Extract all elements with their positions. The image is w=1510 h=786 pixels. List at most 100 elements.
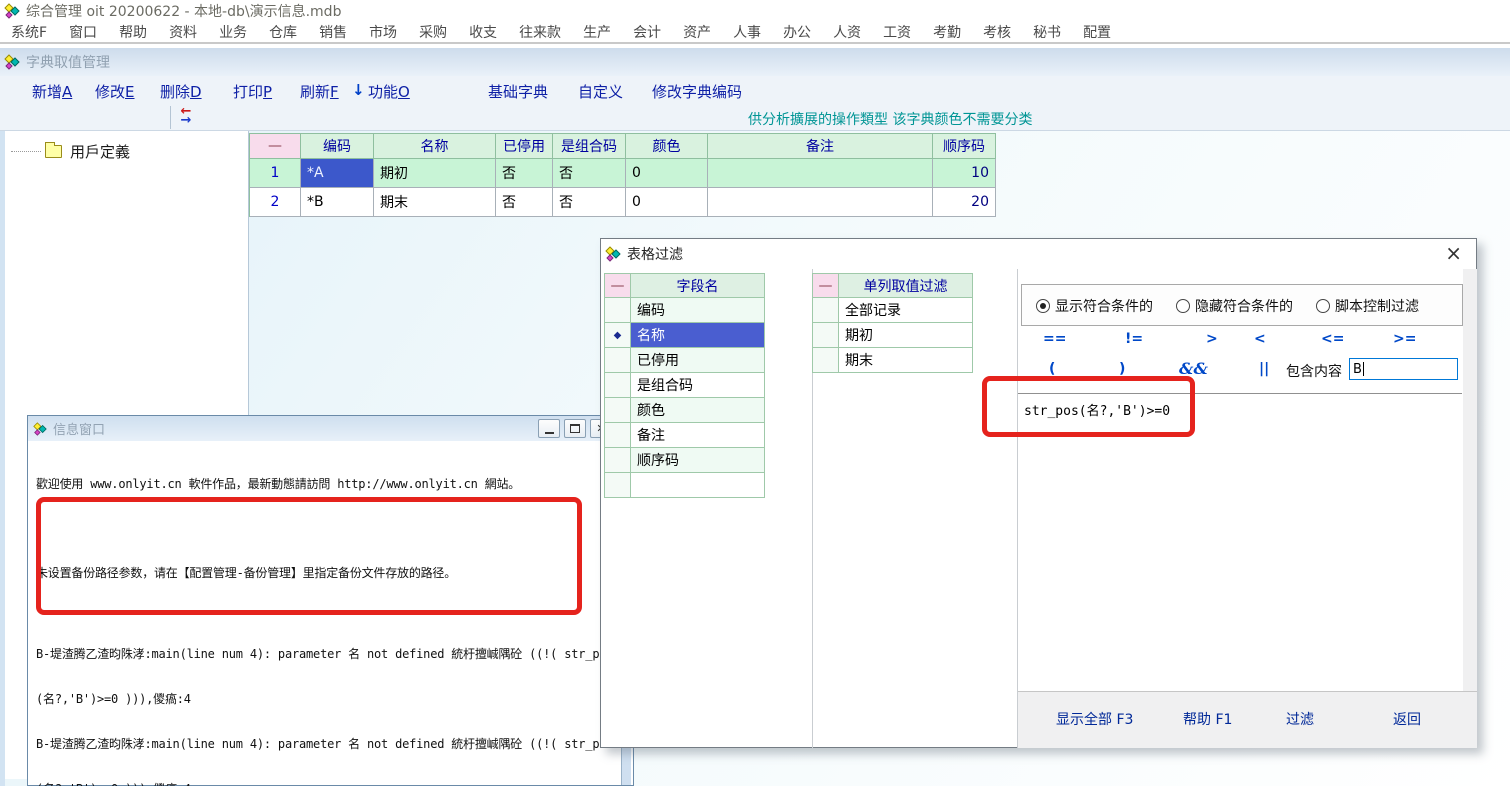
op-or-button[interactable]: ||	[1259, 361, 1269, 377]
table-row-number[interactable]: 1	[250, 159, 301, 188]
row-marker-cell	[605, 398, 631, 423]
menu-item-window[interactable]: 窗口	[58, 22, 108, 42]
table-cell-stopped[interactable]: 否	[496, 159, 553, 188]
table-header-color[interactable]: 颜色	[626, 134, 708, 159]
backup-warning: 未设置备份路径参数，请在【配置管理-备份管理】里指定备份文件存放的路径。	[36, 565, 621, 582]
menu-item-purchase[interactable]: 采购	[408, 22, 458, 42]
table-header-name[interactable]: 名称	[374, 134, 496, 159]
field-item-color[interactable]: 颜色	[631, 398, 765, 423]
field-list-header: 字段名	[631, 274, 765, 298]
menu-item-attendance[interactable]: 考勤	[922, 22, 972, 42]
op-close-paren-button[interactable]: )	[1119, 361, 1125, 377]
op-greater-button[interactable]: >	[1206, 331, 1218, 347]
radio-script-filter[interactable]: 脚本控制过滤	[1316, 296, 1419, 316]
field-item-combo[interactable]: 是组合码	[631, 373, 765, 398]
op-greater-equal-button[interactable]: >=	[1393, 331, 1416, 347]
table-cell-combo[interactable]: 否	[553, 159, 626, 188]
swap-icon[interactable]: ←→	[177, 107, 195, 127]
table-header-note[interactable]: 备注	[708, 134, 933, 159]
table-cell-seq[interactable]: 10	[933, 159, 996, 188]
edit-dict-code-button[interactable]: 修改字典编码	[652, 81, 742, 102]
maximize-button[interactable]	[564, 419, 586, 438]
help-button[interactable]: 帮助 F1	[1183, 709, 1232, 729]
field-item-empty[interactable]	[631, 473, 765, 498]
op-open-paren-button[interactable]: (	[1049, 361, 1055, 377]
edit-button[interactable]: 修改E	[95, 81, 135, 102]
dialog-close-icon[interactable]: ×	[1445, 243, 1462, 263]
delete-button[interactable]: 删除D	[160, 81, 202, 102]
table-header-code[interactable]: 编码	[301, 134, 374, 159]
menu-item-help[interactable]: 帮助	[108, 22, 158, 42]
field-item-stopped[interactable]: 已停用	[631, 348, 765, 373]
field-item-seq[interactable]: 顺序码	[631, 448, 765, 473]
table-cell-color[interactable]: 0	[626, 159, 708, 188]
op-equal-button[interactable]: ==	[1043, 331, 1066, 347]
menu-item-accounting[interactable]: 会计	[622, 22, 672, 42]
table-cell-name[interactable]: 期末	[374, 188, 496, 217]
menu-item-salary[interactable]: 工资	[872, 22, 922, 42]
tree-item-user-defined[interactable]: 用戶定義	[11, 141, 130, 162]
field-item-note[interactable]: 备注	[631, 423, 765, 448]
table-header-dash[interactable]: —	[250, 134, 301, 159]
value-item-begin[interactable]: 期初	[839, 323, 973, 348]
function-button[interactable]: 功能O	[368, 81, 410, 102]
base-dict-button[interactable]: 基础字典	[488, 81, 548, 102]
menu-item-hr[interactable]: 人事	[722, 22, 772, 42]
back-button[interactable]: 返回	[1393, 709, 1421, 729]
menu-item-market[interactable]: 市场	[358, 22, 408, 42]
add-button[interactable]: 新增A	[32, 81, 72, 102]
menu-item-accounts[interactable]: 往来款	[508, 22, 572, 42]
menu-item-office[interactable]: 办公	[772, 22, 822, 42]
value-item-end[interactable]: 期末	[839, 348, 973, 373]
table-cell-stopped[interactable]: 否	[496, 188, 553, 217]
field-item-name-selected[interactable]: 名称	[631, 323, 765, 348]
menu-item-data[interactable]: 资料	[158, 22, 208, 42]
table-header-seq[interactable]: 顺序码	[933, 134, 996, 159]
op-not-equal-button[interactable]: !=	[1125, 331, 1143, 347]
dict-window-icon	[4, 54, 20, 70]
table-cell-seq[interactable]: 20	[933, 188, 996, 217]
custom-button[interactable]: 自定义	[578, 81, 623, 102]
menu-item-system[interactable]: 系统F	[0, 22, 58, 42]
menu-item-warehouse[interactable]: 仓库	[258, 22, 308, 42]
filter-dialog-title-bar: 表格过滤	[601, 239, 1476, 269]
table-row-number[interactable]: 2	[250, 188, 301, 217]
value-item-all[interactable]: 全部记录	[839, 298, 973, 323]
menu-item-sales[interactable]: 销售	[308, 22, 358, 42]
filter-expression-area[interactable]: str_pos(名?,'B')>=0	[1018, 393, 1462, 681]
radio-show-matching[interactable]: 显示符合条件的	[1036, 296, 1153, 316]
table-header-stopped[interactable]: 已停用	[496, 134, 553, 159]
menu-item-config[interactable]: 配置	[1072, 22, 1122, 42]
radio-hide-matching[interactable]: 隐藏符合条件的	[1176, 296, 1293, 316]
minimize-button[interactable]	[538, 419, 560, 438]
menu-item-production[interactable]: 生产	[572, 22, 622, 42]
table-cell-code[interactable]: *B	[301, 188, 374, 217]
table-cell-note[interactable]	[708, 159, 933, 188]
text-caret	[1363, 362, 1364, 376]
op-less-button[interactable]: <	[1254, 331, 1266, 347]
field-item-code[interactable]: 编码	[631, 298, 765, 323]
show-all-button[interactable]: 显示全部 F3	[1056, 709, 1133, 729]
table-cell-name[interactable]: 期初	[374, 159, 496, 188]
contains-input[interactable]: B	[1349, 358, 1458, 380]
menu-item-hr2[interactable]: 人资	[822, 22, 872, 42]
row-marker-cell	[605, 473, 631, 498]
op-less-equal-button[interactable]: <=	[1321, 331, 1344, 347]
menu-item-secretary[interactable]: 秘书	[1022, 22, 1072, 42]
table-header-combo[interactable]: 是组合码	[553, 134, 626, 159]
menu-item-payments[interactable]: 收支	[458, 22, 508, 42]
table-cell-combo[interactable]: 否	[553, 188, 626, 217]
dict-value-table: — 编码 名称 已停用 是组合码 颜色 备注 顺序码 1 *A 期初 否 否 0…	[249, 133, 996, 217]
table-cell-code-selected[interactable]: *A	[301, 159, 374, 188]
menu-item-assets[interactable]: 资产	[672, 22, 722, 42]
op-and-button[interactable]: &&	[1179, 359, 1208, 378]
table-cell-note[interactable]	[708, 188, 933, 217]
menu-item-business[interactable]: 业务	[208, 22, 258, 42]
field-list-dash: —	[605, 274, 631, 298]
maximize-icon	[570, 424, 580, 433]
table-cell-color[interactable]: 0	[626, 188, 708, 217]
menu-item-review[interactable]: 考核	[972, 22, 1022, 42]
filter-button[interactable]: 过滤	[1286, 709, 1314, 729]
print-button[interactable]: 打印P	[233, 81, 272, 102]
refresh-button[interactable]: 刷新F	[300, 81, 339, 102]
